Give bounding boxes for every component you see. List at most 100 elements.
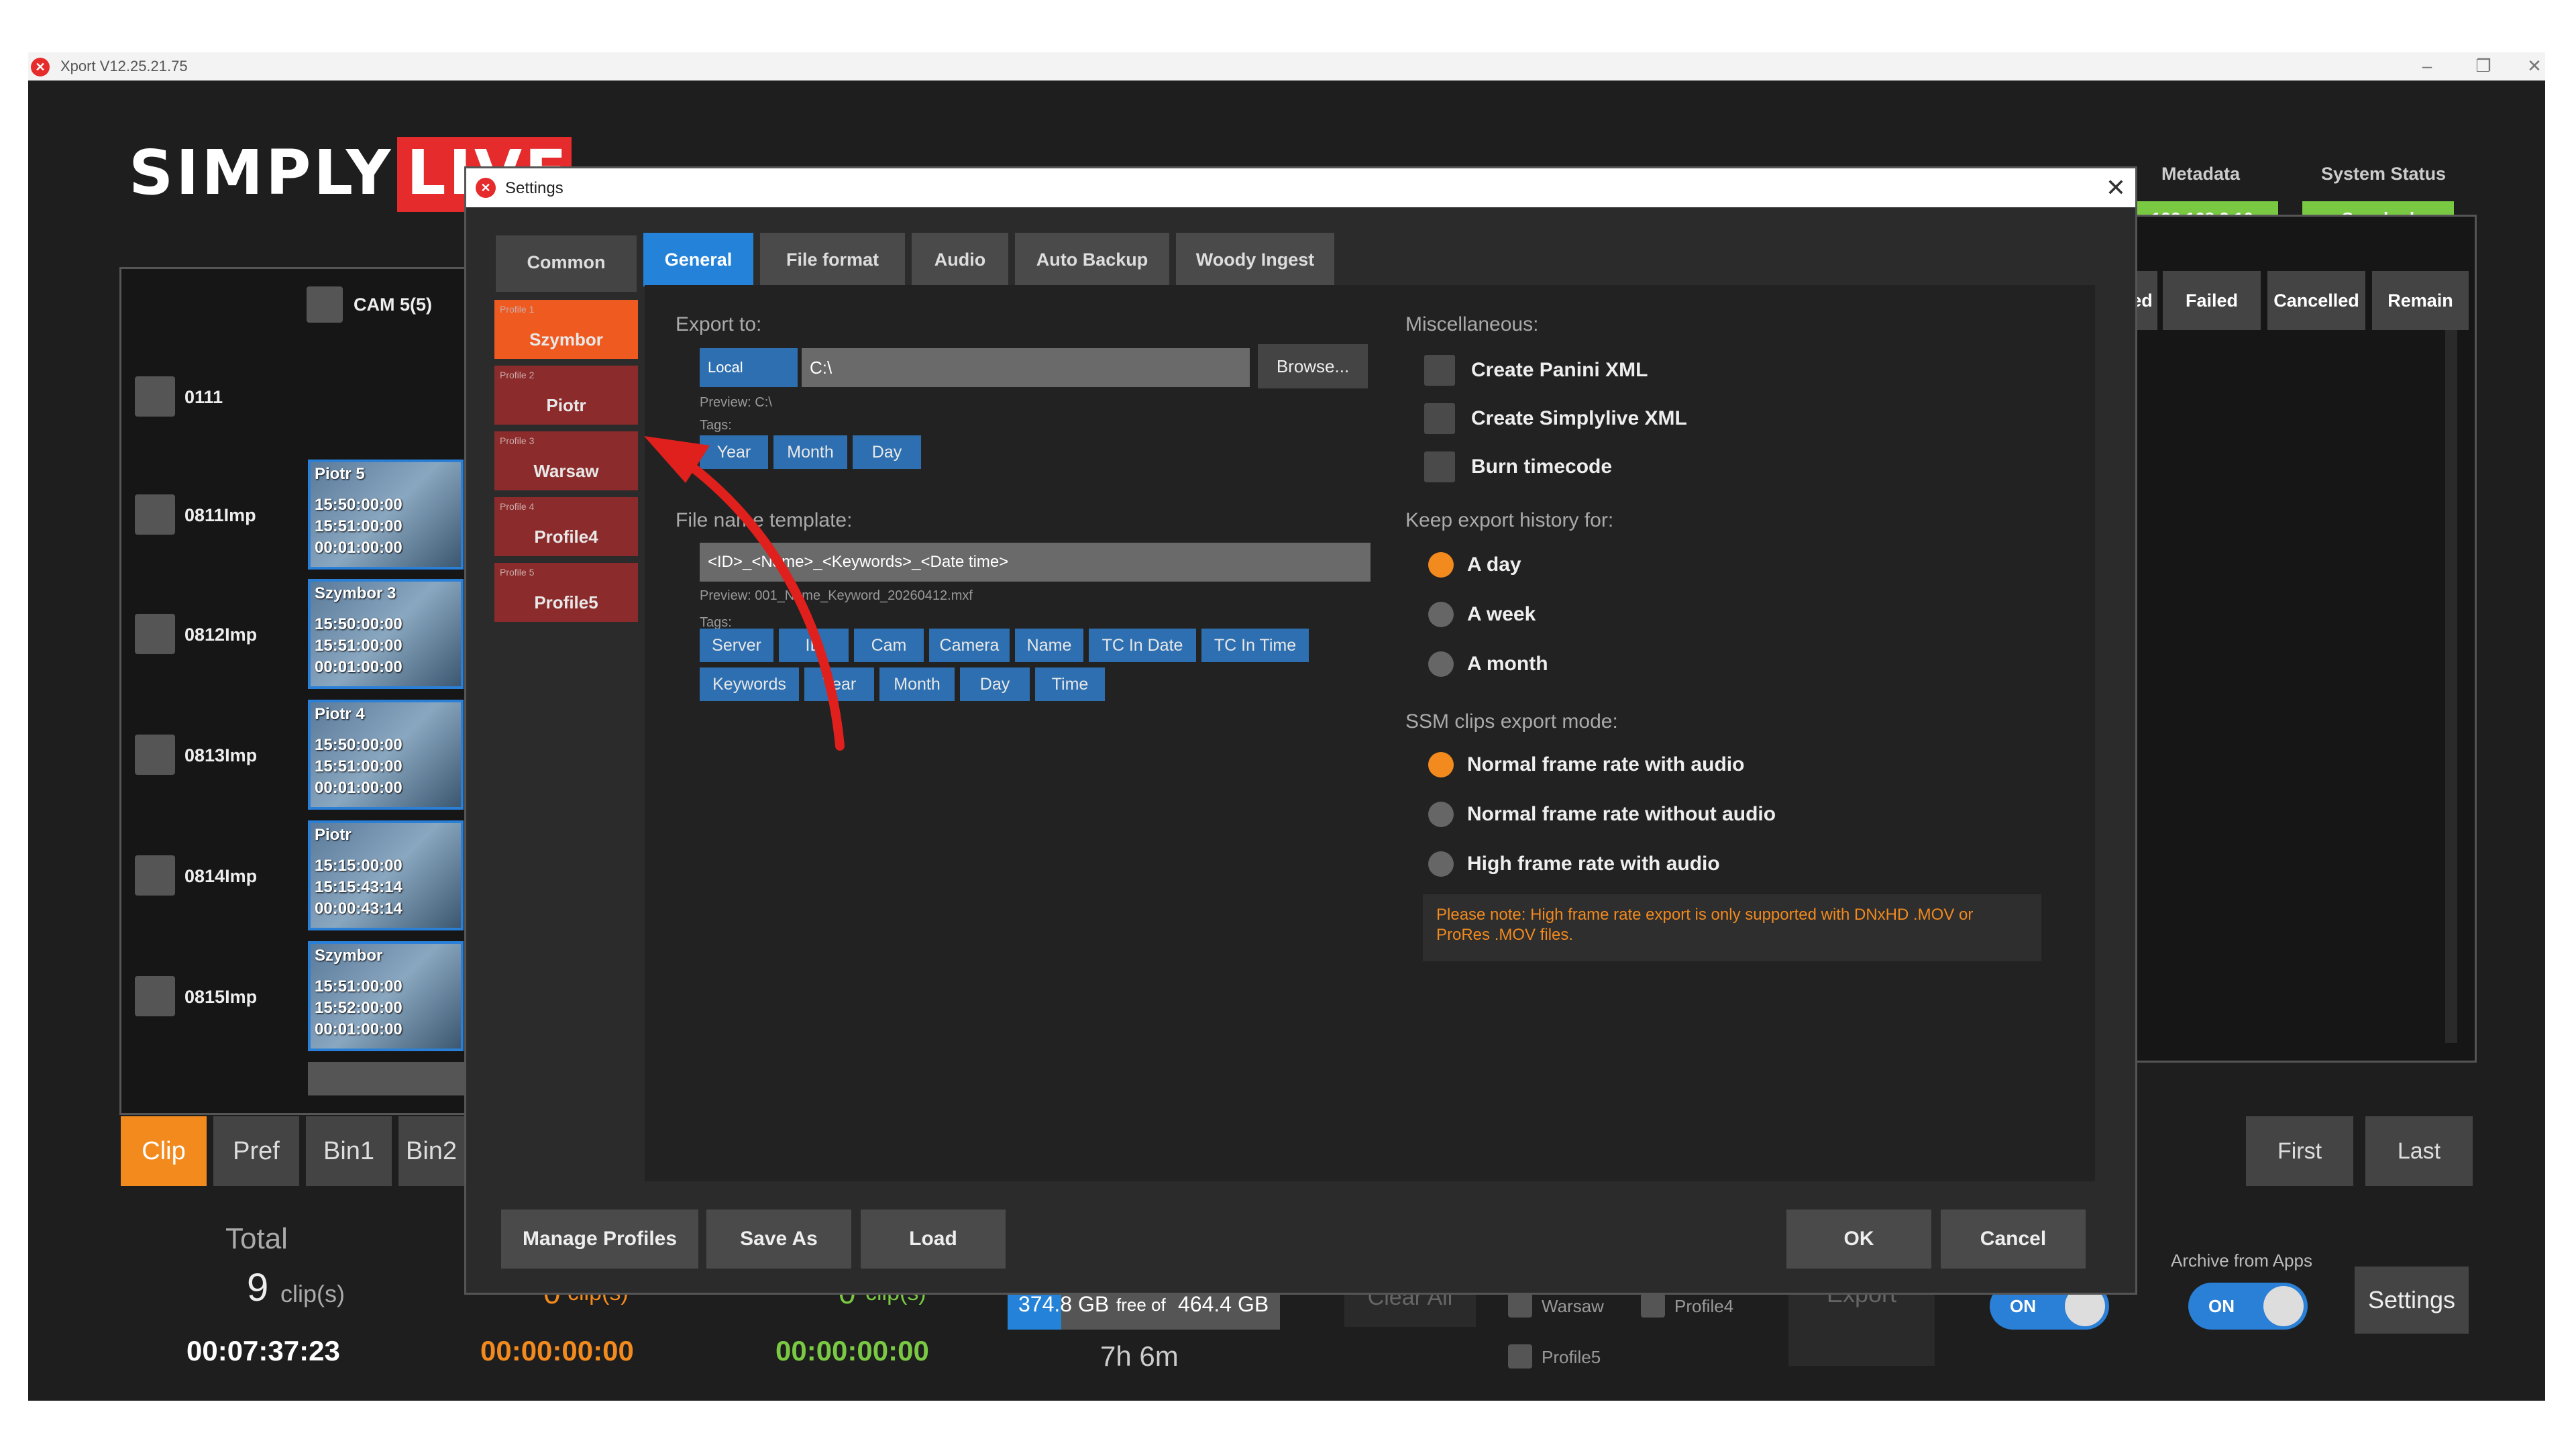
row-checkbox[interactable]	[135, 376, 175, 417]
misc-label: Miscellaneous:	[1405, 313, 1539, 335]
thumb-name: Piotr	[315, 826, 352, 844]
thumb-duration: 00:01:00:00	[315, 658, 402, 676]
tab-pref[interactable]: Pref	[213, 1116, 299, 1186]
settings-button[interactable]: Settings	[2355, 1267, 2469, 1334]
camera-label: CAM 5(5)	[354, 294, 433, 315]
tab-bin2[interactable]: Bin2	[398, 1116, 464, 1186]
tab-auto-backup[interactable]: Auto Backup	[1015, 233, 1169, 286]
ssm-option: High frame rate with audio	[1467, 853, 1720, 875]
status-panel	[2127, 215, 2477, 1063]
ssm-option: Normal frame rate without audio	[1467, 803, 1776, 825]
clip-thumbnail[interactable]: Szymbor 3 15:50:00:00 15:51:00:00 00:01:…	[308, 579, 464, 689]
browse-button[interactable]: Browse...	[1258, 344, 1368, 388]
thumb-duration: 00:00:43:14	[315, 900, 402, 918]
total-count: 9	[247, 1266, 269, 1309]
profile-index: Profile 3	[500, 435, 535, 446]
thumb-out: 15:52:00:00	[315, 999, 402, 1017]
ssm-label: SSM clips export mode:	[1405, 710, 1618, 733]
vertical-scrollbar[interactable]	[2445, 299, 2457, 1043]
profile-item-4[interactable]: Profile 4 Profile4	[494, 497, 638, 556]
save-as-button[interactable]: Save As	[706, 1210, 851, 1269]
clip-thumbnail[interactable]: Piotr 5 15:50:00:00 15:51:00:00 00:01:00…	[308, 460, 464, 570]
tab-file-format[interactable]: File format	[760, 233, 905, 286]
name-tag[interactable]: Camera	[929, 629, 1010, 662]
dialog-close-icon[interactable]: ✕	[2106, 174, 2126, 202]
history-radio-week[interactable]	[1428, 602, 1454, 627]
brand-text-simply: SIMPLY	[129, 137, 394, 209]
name-tag[interactable]: Name	[1015, 629, 1083, 662]
tab-bin1[interactable]: Bin1	[306, 1116, 392, 1186]
minimize-button[interactable]: –	[2407, 54, 2447, 78]
system-status-label: System Status	[2321, 164, 2447, 184]
row-label: 0812Imp	[184, 625, 258, 645]
export-to-label: Export to:	[676, 313, 762, 335]
clip-thumbnail[interactable]: Szymbor 15:51:00:00 15:52:00:00 00:01:00…	[308, 941, 464, 1051]
dialog-title-bar: ✕ Settings ✕	[466, 168, 2135, 207]
export-path-input[interactable]: C:\	[802, 348, 1250, 387]
tab-woody-ingest[interactable]: Woody Ingest	[1176, 233, 1334, 286]
profile-index: Profile 2	[500, 370, 535, 380]
app-logo-icon: ✕	[31, 58, 50, 76]
tab-general[interactable]: General	[643, 233, 753, 286]
ssm-option: Normal frame rate with audio	[1467, 753, 1745, 775]
load-button[interactable]: Load	[861, 1210, 1006, 1269]
profile-item-2[interactable]: Profile 2 Piotr	[494, 366, 638, 425]
row-checkbox[interactable]	[135, 735, 175, 775]
ssm-radio-high-audio[interactable]	[1428, 851, 1454, 877]
history-radio-month[interactable]	[1428, 651, 1454, 677]
burn-timecode-checkbox[interactable]	[1424, 451, 1455, 482]
window-title: Xport V12.25.21.75	[60, 58, 188, 74]
ssm-radio-normal-no-audio[interactable]	[1428, 802, 1454, 827]
thumb-out: 15:15:43:14	[315, 878, 402, 896]
dialog-logo-icon: ✕	[476, 178, 496, 198]
ssm-radio-normal-audio[interactable]	[1428, 752, 1454, 777]
cancel-button[interactable]: Cancel	[1941, 1210, 2086, 1269]
row-checkbox[interactable]	[135, 976, 175, 1016]
last-button[interactable]: Last	[2365, 1116, 2473, 1186]
profile-item-3[interactable]: Profile 3 Warsaw	[494, 431, 638, 490]
archive-toggle[interactable]: ON	[2188, 1283, 2308, 1330]
horizontal-scrollbar[interactable]	[308, 1062, 466, 1095]
thumb-duration: 00:01:00:00	[315, 779, 402, 797]
tab-audio[interactable]: Audio	[912, 233, 1008, 286]
column-header[interactable]: Remain	[2372, 271, 2469, 330]
column-header[interactable]: Failed	[2163, 271, 2261, 330]
history-option: A week	[1467, 603, 1536, 625]
title-bar: ✕ Xport V12.25.21.75 – ❐ ✕	[28, 52, 2545, 80]
profile-name: Piotr	[546, 395, 586, 415]
row-label: 0111	[184, 387, 223, 407]
row-checkbox[interactable]	[135, 614, 175, 654]
location-select[interactable]: Local	[700, 348, 798, 387]
first-button[interactable]: First	[2246, 1116, 2353, 1186]
simplylive-xml-checkbox[interactable]	[1424, 403, 1455, 434]
profile-item-1[interactable]: Profile 1 Szymbor	[494, 300, 638, 359]
clip-thumbnail[interactable]: Piotr 15:15:00:00 15:15:43:14 00:00:43:1…	[308, 820, 464, 930]
profile-item-5[interactable]: Profile 5 Profile5	[494, 563, 638, 622]
name-tag[interactable]: TC In Date	[1089, 629, 1196, 662]
clip-thumbnail[interactable]: Piotr 4 15:50:00:00 15:51:00:00 00:01:00…	[308, 700, 464, 810]
profile-checkbox[interactable]	[1508, 1293, 1532, 1318]
name-tag[interactable]: TC In Time	[1201, 629, 1309, 662]
profile-checkbox[interactable]	[1508, 1344, 1532, 1368]
close-button[interactable]: ✕	[2514, 54, 2555, 78]
ok-button[interactable]: OK	[1786, 1210, 1931, 1269]
profile-name: Profile5	[534, 592, 598, 612]
row-checkbox[interactable]	[135, 855, 175, 896]
row-label: 0814Imp	[184, 866, 258, 886]
thumb-name: Szymbor 3	[315, 584, 396, 602]
history-radio-day[interactable]	[1428, 552, 1454, 578]
manage-profiles-button[interactable]: Manage Profiles	[501, 1210, 698, 1269]
thumb-out: 15:51:00:00	[315, 517, 402, 535]
camera-checkbox[interactable]	[307, 286, 343, 323]
tab-clip[interactable]: Clip	[121, 1116, 207, 1186]
thumb-in: 15:51:00:00	[315, 977, 402, 996]
panini-xml-checkbox[interactable]	[1424, 355, 1455, 386]
name-tag[interactable]: Day	[960, 667, 1030, 701]
tab-common[interactable]: Common	[496, 235, 637, 292]
row-checkbox[interactable]	[135, 494, 175, 535]
column-header[interactable]: Cancelled	[2267, 271, 2365, 330]
name-tag[interactable]: Time	[1035, 667, 1105, 701]
restore-button[interactable]: ❐	[2463, 54, 2504, 78]
total-time: 00:07:37:23	[186, 1335, 340, 1366]
profile-checkbox[interactable]	[1641, 1293, 1665, 1318]
